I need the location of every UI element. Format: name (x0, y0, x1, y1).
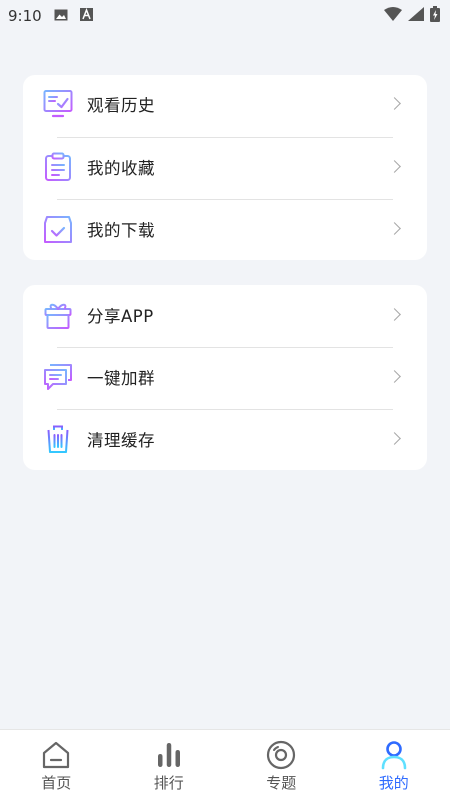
image-icon (54, 7, 68, 25)
menu-item-clear-cache[interactable]: 清理缓存 (23, 408, 427, 470)
tab-label: 首页 (41, 774, 72, 792)
menu-item-label: 我的下载 (87, 221, 155, 240)
status-bar: 9:10 (0, 0, 450, 32)
menu-item-watch-history[interactable]: 观看历史 (23, 73, 427, 135)
battery-charging-icon (430, 6, 440, 26)
bottom-tab-bar: 首页 排行 专题 我的 (0, 729, 450, 800)
tab-home[interactable]: 首页 (0, 730, 113, 800)
user-icon (378, 739, 410, 771)
disc-icon (265, 739, 297, 771)
tab-label: 我的 (378, 774, 409, 792)
menu-item-join-group[interactable]: 一键加群 (23, 346, 427, 408)
status-time: 9:10 (8, 7, 42, 25)
trash-icon (43, 424, 73, 454)
signal-icon (408, 7, 424, 25)
menu-item-label: 清理缓存 (87, 431, 155, 450)
menu-item-favorites[interactable]: 我的收藏 (23, 136, 427, 198)
chevron-right-icon (388, 370, 401, 383)
bars-icon (153, 739, 185, 771)
tab-mine[interactable]: 我的 (338, 730, 450, 800)
menu-card-tools: 分享APP 一键加群 清理缓存 (23, 285, 427, 470)
menu-item-label: 观看历史 (87, 96, 155, 115)
tab-ranking[interactable]: 排行 (113, 730, 226, 800)
font-a-icon (79, 7, 93, 25)
tab-label: 专题 (266, 774, 297, 792)
chevron-right-icon (388, 97, 401, 110)
menu-card-personal: 观看历史 我的收藏 我的下载 (23, 75, 427, 260)
download-box-icon (43, 214, 73, 244)
monitor-check-icon (43, 89, 73, 119)
tab-topics[interactable]: 专题 (225, 730, 338, 800)
chevron-right-icon (388, 432, 401, 445)
menu-item-label: 分享APP (87, 307, 154, 326)
tab-label: 排行 (153, 774, 184, 792)
chevron-right-icon (388, 160, 401, 173)
home-icon (40, 739, 72, 771)
menu-item-share-app[interactable]: 分享APP (23, 284, 427, 346)
clipboard-icon (43, 152, 73, 182)
menu-item-downloads[interactable]: 我的下载 (23, 198, 427, 260)
gift-icon (43, 300, 73, 330)
wifi-icon (384, 7, 402, 25)
menu-item-label: 一键加群 (87, 369, 155, 388)
menu-item-label: 我的收藏 (87, 159, 155, 178)
chevron-right-icon (388, 308, 401, 321)
chevron-right-icon (388, 222, 401, 235)
chat-bubbles-icon (43, 362, 73, 392)
